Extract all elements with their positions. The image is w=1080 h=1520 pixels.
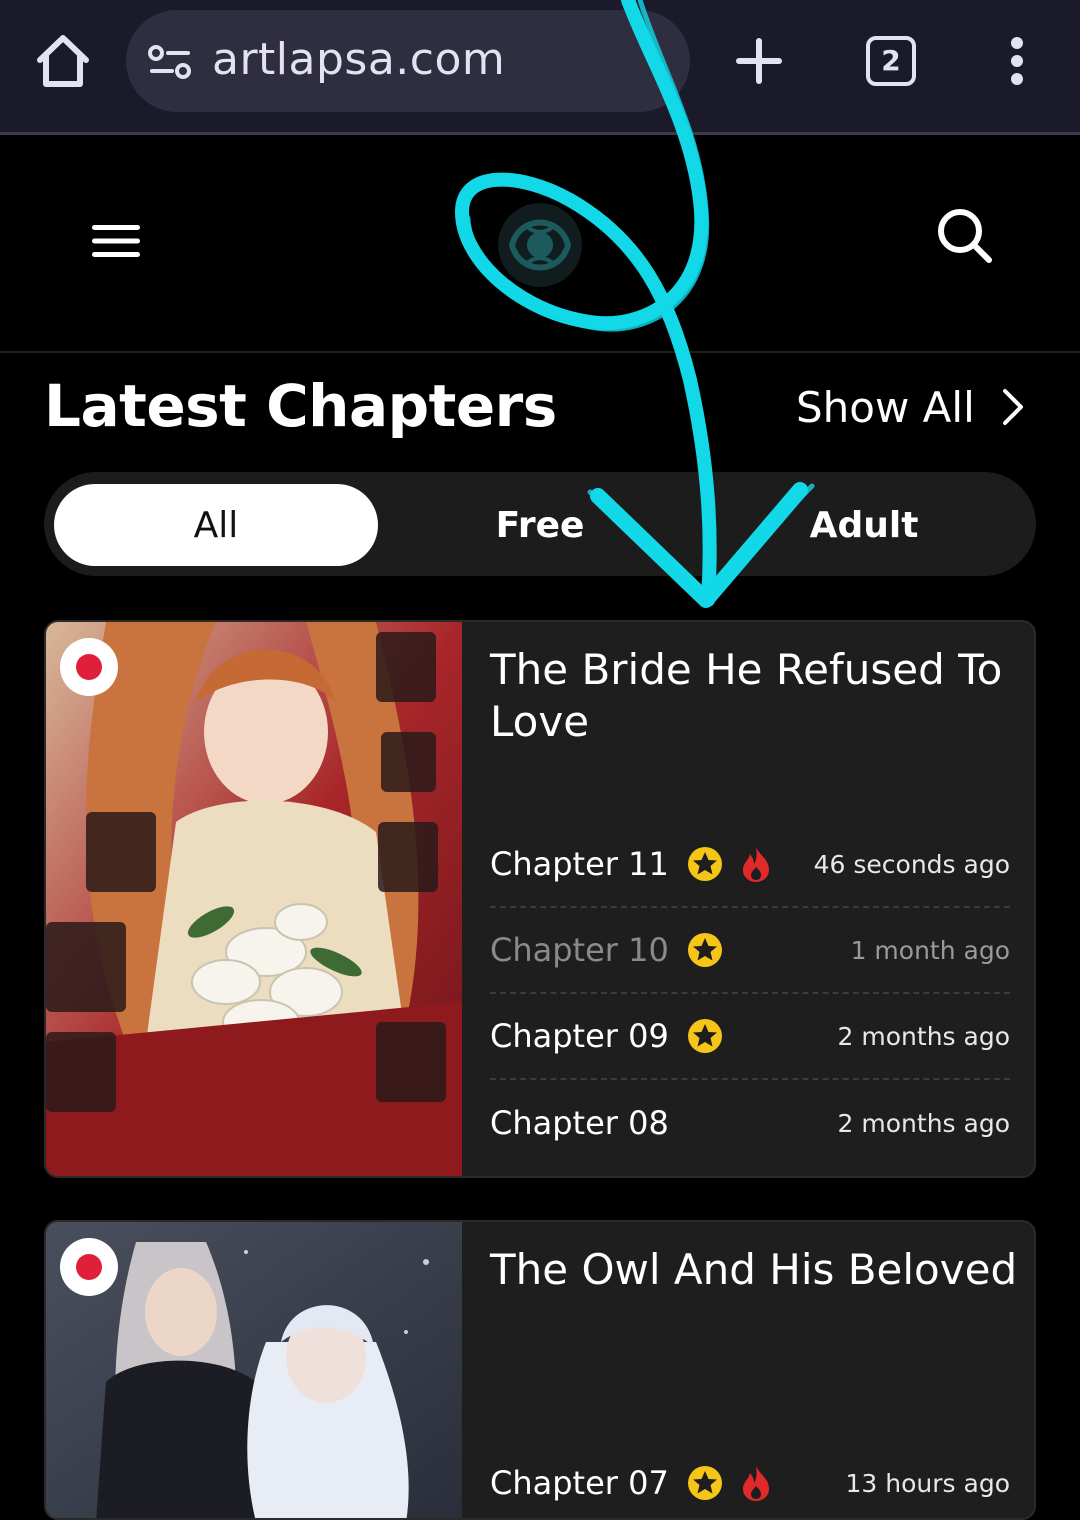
tabs-icon[interactable]: 2 — [866, 36, 916, 86]
star-icon — [687, 846, 723, 882]
search-icon[interactable] — [934, 205, 994, 265]
site-header — [0, 135, 1080, 353]
chapter-row[interactable]: Chapter 10 1 month ago — [490, 908, 1010, 994]
browser-toolbar: artlapsa.com 2 — [0, 0, 1080, 135]
plus-icon[interactable] — [734, 36, 784, 86]
chapter-row[interactable]: Chapter 09 2 months ago — [490, 994, 1010, 1080]
home-icon[interactable] — [30, 28, 96, 94]
chapter-row[interactable]: Chapter 11 46 seconds ago — [490, 822, 1010, 908]
chapter-time: 46 seconds ago — [813, 849, 1010, 879]
url-text: artlapsa.com — [212, 34, 506, 85]
chevron-right-icon — [1001, 387, 1025, 427]
language-flag-icon — [60, 1238, 118, 1296]
manga-cover[interactable] — [46, 622, 462, 1176]
chapter-time: 2 months ago — [837, 1021, 1010, 1051]
language-flag-icon — [60, 638, 118, 696]
star-icon — [687, 1465, 723, 1501]
site-logo[interactable] — [490, 195, 590, 295]
manga-cover[interactable] — [46, 1222, 462, 1518]
more-vert-icon[interactable] — [1002, 36, 1032, 86]
tab-all[interactable]: All — [54, 484, 378, 566]
chapter-name[interactable]: Chapter 08 — [490, 1104, 669, 1142]
chapter-list: Chapter 11 46 seconds ago Chapter 10 1 m… — [490, 822, 1010, 1166]
chapter-name[interactable]: Chapter 09 — [490, 1017, 669, 1055]
address-bar[interactable]: artlapsa.com — [126, 10, 690, 112]
fire-icon — [739, 845, 773, 883]
manga-title[interactable]: The Bride He Refused To Love — [490, 644, 1020, 748]
chapter-list: Chapter 07 13 hours ago — [490, 1440, 1010, 1518]
manga-card[interactable]: The Bride He Refused To Love Chapter 11 … — [44, 620, 1036, 1178]
chapter-name[interactable]: Chapter 10 — [490, 931, 669, 969]
star-icon — [687, 1018, 723, 1054]
chapter-time: 1 month ago — [850, 935, 1010, 965]
hamburger-menu-icon[interactable] — [92, 223, 140, 259]
tab-adult[interactable]: Adult — [702, 484, 1026, 566]
manga-card[interactable]: The Owl And His Beloved Chapter 07 13 ho… — [44, 1220, 1036, 1520]
manga-title[interactable]: The Owl And His Beloved — [490, 1244, 1020, 1296]
chapter-time: 13 hours ago — [845, 1468, 1010, 1498]
chapter-name[interactable]: Chapter 07 — [490, 1464, 669, 1502]
site-info-icon[interactable] — [148, 44, 192, 80]
filter-tabs: All Free Adult — [44, 472, 1036, 576]
chapter-row[interactable]: Chapter 08 2 months ago — [490, 1080, 1010, 1166]
chapter-row[interactable]: Chapter 07 13 hours ago — [490, 1440, 1010, 1518]
chapter-name[interactable]: Chapter 11 — [490, 845, 669, 883]
tab-free[interactable]: Free — [378, 484, 702, 566]
section-title: Latest Chapters — [44, 372, 557, 440]
show-all-label: Show All — [796, 382, 975, 432]
star-icon — [687, 932, 723, 968]
chapter-time: 2 months ago — [837, 1108, 1010, 1138]
show-all-link[interactable]: Show All — [796, 380, 1025, 434]
fire-icon — [739, 1464, 773, 1502]
